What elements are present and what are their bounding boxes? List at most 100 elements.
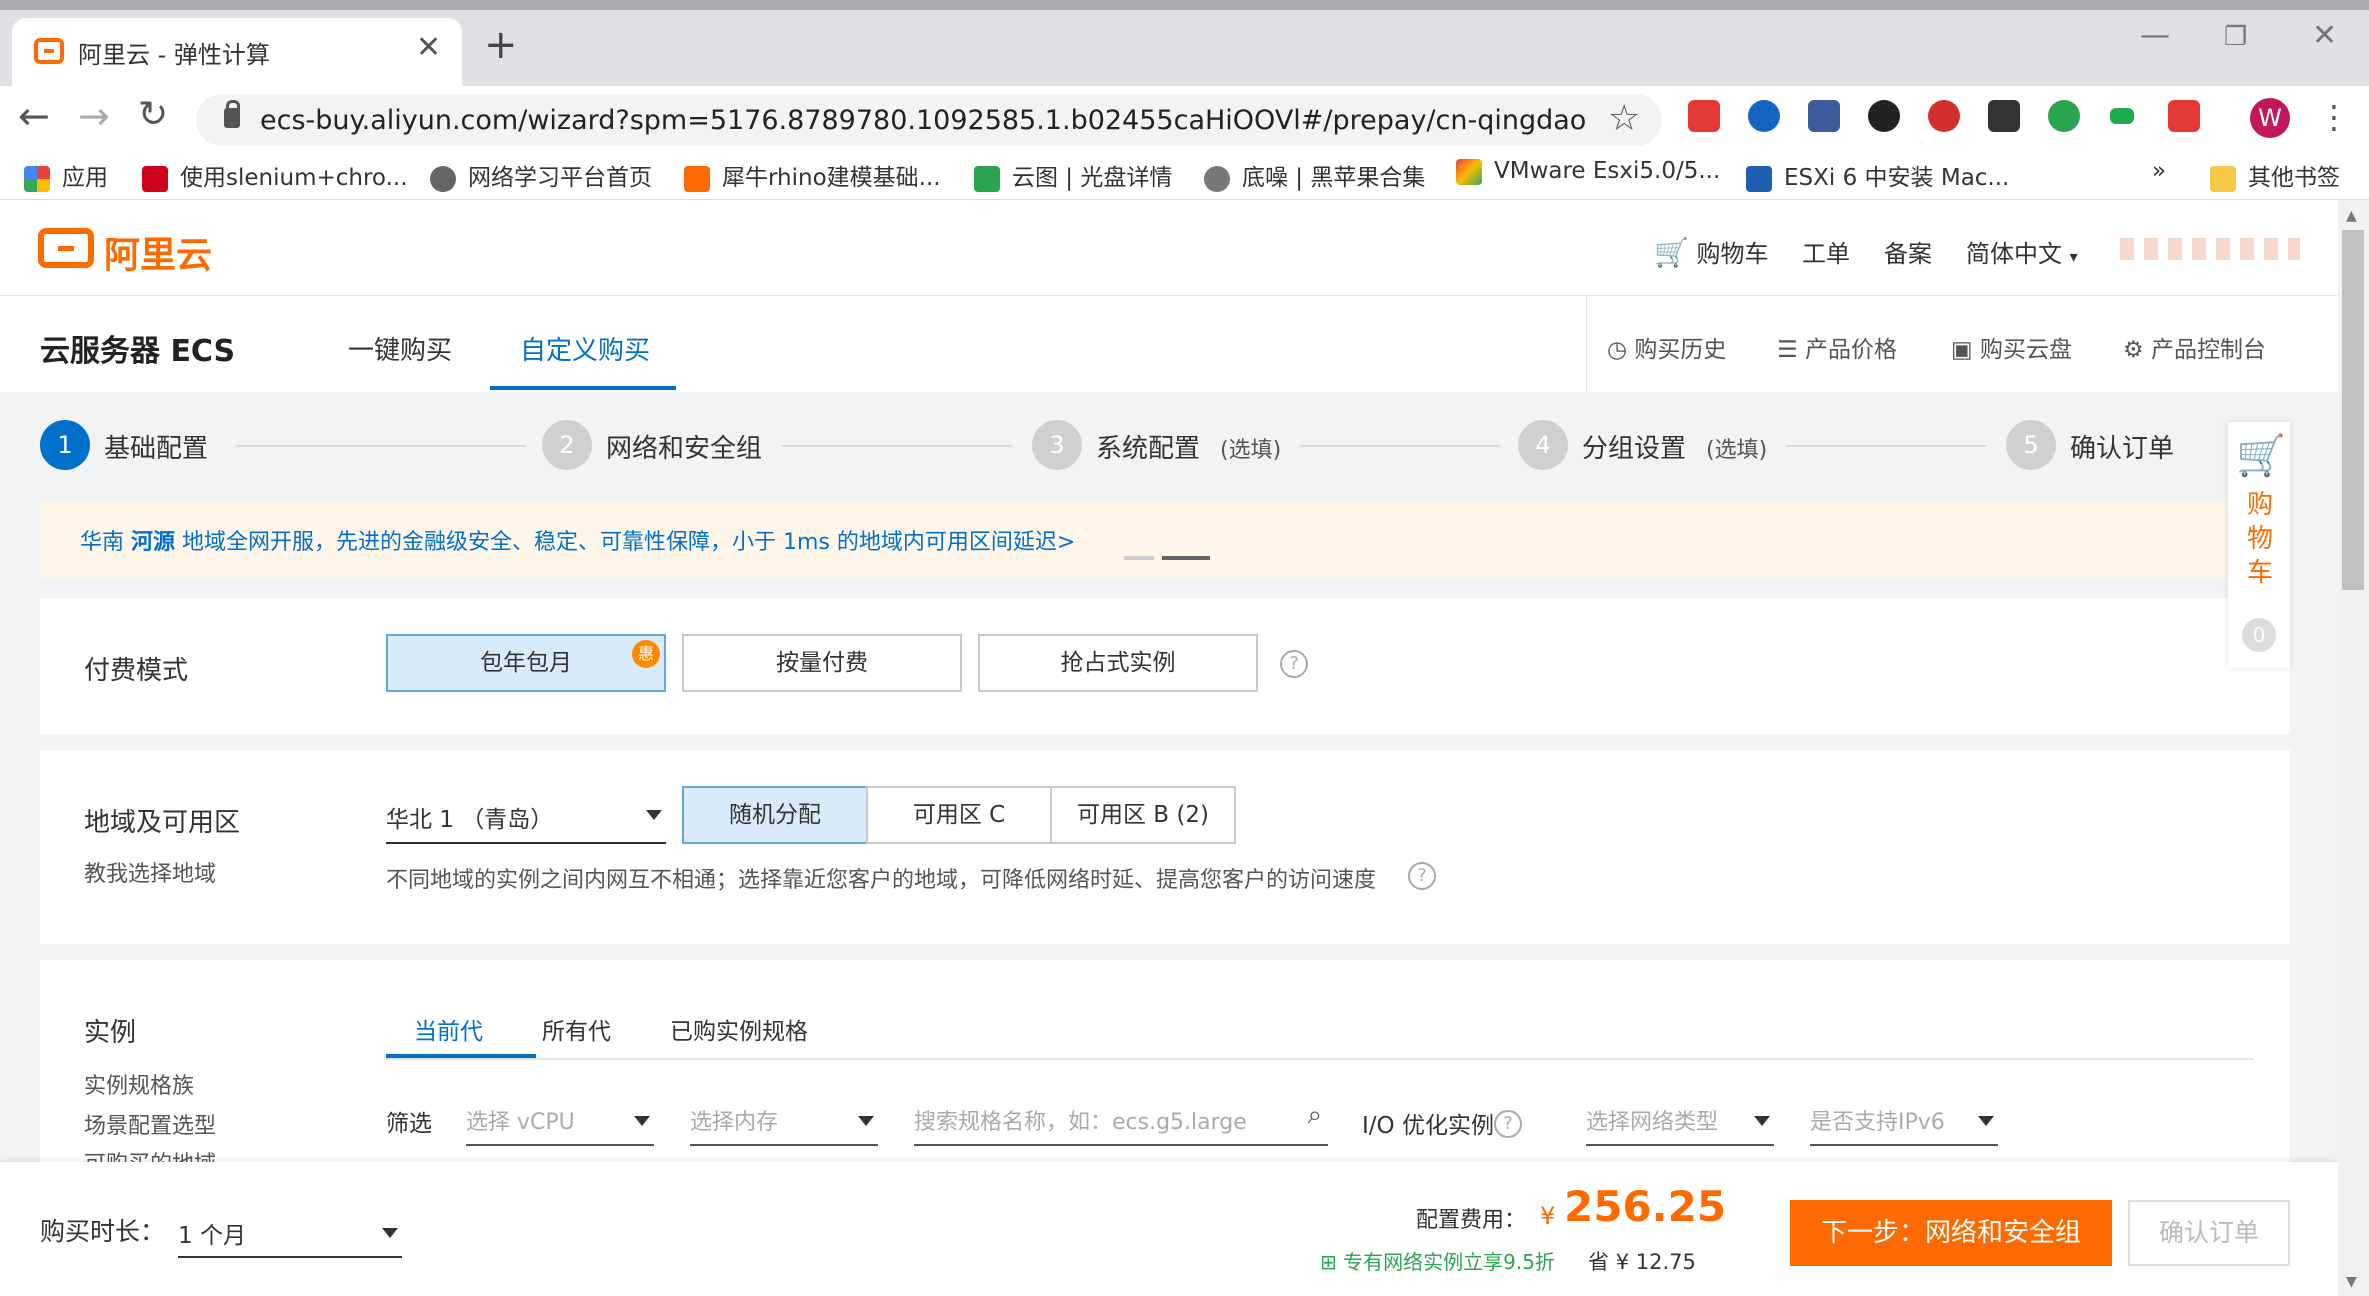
bookmark-label: 使用slenium+chro... — [180, 165, 408, 191]
filing-link[interactable]: 备案 — [1884, 234, 1932, 269]
bookmark-label: 应用 — [62, 165, 108, 191]
aliyun-favicon-icon — [34, 38, 64, 64]
omnibox[interactable]: ecs-buy.aliyun.com/wizard?spm=5176.87897… — [196, 94, 1662, 146]
help-icon[interactable]: ? — [1280, 650, 1308, 678]
bookmark-item[interactable]: ESXi 6 中安装 Mac... — [1746, 158, 2009, 192]
extension-icon-4[interactable] — [1868, 100, 1900, 132]
subheader-links: ◷ 购买历史 ☰ 产品价格 ▣ 购买云盘 ⚙ 产品控制台 — [1586, 296, 2338, 392]
billing-option-subscription[interactable]: 包年包月 — [386, 634, 666, 692]
purchase-history-link[interactable]: ◷ 购买历史 — [1607, 330, 1726, 364]
bookmark-label: 云图 | 光盘详情 — [1012, 165, 1173, 191]
close-tab-icon[interactable]: ✕ — [416, 30, 441, 65]
promo-notice-banner[interactable]: 华南 河源 地域全网开服，先进的金融级安全、稳定、可靠性保障，小于 1ms 的地… — [40, 502, 2230, 578]
tab-quick-buy[interactable]: 一键购买 — [348, 330, 452, 367]
region-guide-link[interactable]: 教我选择地域 — [84, 856, 216, 888]
notice-text[interactable]: 华南 河源 地域全网开服，先进的金融级安全、稳定、可靠性保障，小于 1ms 的地… — [80, 524, 1075, 556]
user-account-blurred[interactable] — [2120, 238, 2300, 260]
bookmark-apps[interactable]: 应用 — [24, 158, 108, 192]
profile-avatar[interactable]: W — [2250, 98, 2290, 138]
bookmark-item[interactable]: 犀牛rhino建模基础... — [684, 158, 941, 192]
billing-option-pay-as-you-go[interactable]: 按量付费 — [682, 634, 962, 692]
fe-extension-icon[interactable] — [2168, 100, 2200, 132]
network-type-select[interactable]: 选择网络类型 — [1586, 1096, 1774, 1146]
adblock-icon[interactable] — [1928, 100, 1960, 132]
active-tab-indicator — [490, 386, 676, 390]
step-connector — [782, 445, 1012, 447]
new-tab-icon[interactable]: + — [484, 22, 518, 68]
help-icon[interactable]: ? — [1494, 1110, 1522, 1138]
tab-purchased[interactable]: 已购实例规格 — [670, 1012, 808, 1046]
step-2-number: 2 — [542, 420, 592, 470]
close-window-icon[interactable]: ✕ — [2312, 18, 2337, 53]
language-label: 简体中文 — [1966, 240, 2062, 268]
scrollbar-thumb[interactable] — [2342, 230, 2364, 590]
extension-icon-2[interactable] — [1748, 100, 1780, 132]
bookmark-item[interactable]: 云图 | 光盘详情 — [974, 158, 1172, 192]
billing-section: 付费模式 包年包月 惠 按量付费 抢占式实例 ? — [40, 598, 2290, 734]
extension-icon-8[interactable] — [2110, 108, 2134, 124]
ticket-link[interactable]: 工单 — [1802, 234, 1850, 269]
help-icon[interactable]: ? — [1408, 862, 1436, 890]
bookmark-item[interactable]: 网络学习平台首页 — [430, 158, 652, 192]
minimize-icon[interactable]: — — [2140, 18, 2170, 53]
back-icon[interactable]: ← — [18, 94, 50, 138]
folder-icon — [2210, 165, 2236, 192]
page-scrollbar[interactable]: ▲ ▼ — [2338, 200, 2369, 1296]
browser-tab[interactable]: 阿里云 - 弹性计算 ✕ — [12, 18, 462, 86]
forward-icon[interactable]: → — [78, 94, 110, 138]
step-5-number: 5 — [2006, 420, 2056, 470]
bookmarks-overflow[interactable]: » — [2152, 158, 2166, 184]
notice-region: 华南 — [80, 530, 125, 555]
scenario-link[interactable]: 场景配置选型 — [84, 1108, 216, 1140]
floating-cart[interactable]: 🛒 购物车 0 — [2228, 422, 2290, 668]
tab-all-gen[interactable]: 所有代 — [542, 1012, 611, 1046]
list-icon: ☰ — [1777, 337, 1798, 363]
cart-count-badge: 0 — [2242, 618, 2276, 652]
browser-menu-icon[interactable]: ⋮ — [2318, 98, 2350, 136]
zone-c[interactable]: 可用区 C — [866, 786, 1052, 844]
url-text[interactable]: ecs-buy.aliyun.com/wizard?spm=5176.87897… — [260, 105, 1586, 136]
lock-icon — [224, 100, 240, 128]
confirm-order-button[interactable]: 确认订单 — [2128, 1200, 2290, 1266]
buy-disk-link[interactable]: ▣ 购买云盘 — [1951, 330, 2072, 364]
billing-option-spot[interactable]: 抢占式实例 — [978, 634, 1258, 692]
other-bookmarks[interactable]: 其他书签 — [2210, 158, 2340, 192]
extension-icon-1[interactable] — [1688, 100, 1720, 132]
region-select[interactable]: 华北 1 （青岛） — [386, 786, 666, 844]
next-step-button[interactable]: 下一步：网络和安全组 — [1790, 1200, 2112, 1266]
extension-icon-6[interactable] — [1988, 100, 2020, 132]
carousel-dot[interactable] — [1124, 556, 1154, 560]
instance-family-link[interactable]: 实例规格族 — [84, 1068, 194, 1100]
bookmark-item[interactable]: VMware Esxi5.0/5... — [1456, 158, 1720, 185]
language-select[interactable]: 简体中文 ▾ — [1966, 234, 2078, 269]
zone-b[interactable]: 可用区 B (2) — [1050, 786, 1236, 844]
scroll-down-icon[interactable]: ▼ — [2346, 1274, 2357, 1290]
bookmark-star-icon[interactable]: ☆ — [1608, 98, 1640, 139]
zone-random[interactable]: 随机分配 — [682, 786, 868, 844]
region-label: 地域及可用区 — [84, 808, 241, 838]
restore-icon[interactable]: ❐ — [2224, 22, 2247, 52]
scroll-up-icon[interactable]: ▲ — [2346, 208, 2357, 224]
memory-select[interactable]: 选择内存 — [690, 1096, 878, 1146]
carousel-dot-active[interactable] — [1162, 556, 1210, 560]
spec-search-input[interactable]: 搜索规格名称，如：ecs.g5.large ⌕ — [914, 1096, 1328, 1146]
bookmark-item[interactable]: 使用slenium+chro... — [142, 158, 408, 192]
extension-icon-3[interactable] — [1808, 100, 1840, 132]
tab-custom-buy[interactable]: 自定义购买 — [520, 330, 650, 367]
step-3-optional: (选填) — [1220, 438, 1282, 463]
reload-icon[interactable]: ↻ — [138, 94, 168, 135]
link-label: 产品价格 — [1804, 337, 1897, 363]
region-select-value: 华北 1 （青岛） — [386, 807, 554, 833]
vcpu-select[interactable]: 选择 vCPU — [466, 1096, 654, 1146]
evernote-icon[interactable] — [2048, 100, 2080, 132]
console-link[interactable]: ⚙ 产品控制台 — [2123, 330, 2266, 364]
cart-icon: 🛒 — [2236, 433, 2286, 479]
cart-link[interactable]: 🛒 购物车 — [1654, 234, 1769, 269]
search-icon[interactable]: ⌕ — [1307, 1100, 1322, 1131]
bookmark-label: 底噪 | 黑苹果合集 — [1242, 165, 1426, 191]
duration-select[interactable]: 1 个月 — [178, 1206, 402, 1258]
product-price-link[interactable]: ☰ 产品价格 — [1777, 330, 1897, 364]
ipv6-select[interactable]: 是否支持IPv6 — [1810, 1096, 1998, 1146]
bookmark-item[interactable]: 底噪 | 黑苹果合集 — [1204, 158, 1425, 192]
tab-current-gen[interactable]: 当前代 — [414, 1012, 483, 1046]
